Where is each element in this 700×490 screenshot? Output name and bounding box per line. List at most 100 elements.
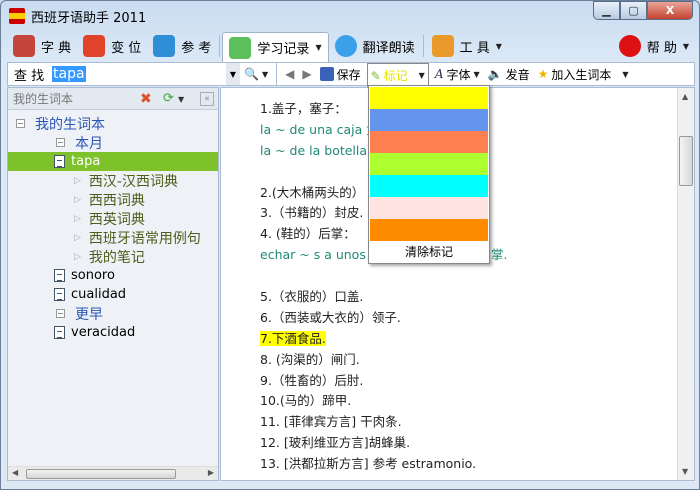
collapse-icon[interactable]: − [16, 119, 25, 128]
definition-text: 6.（西装或大衣的）领子. [260, 309, 401, 325]
tree-item-label: 西班牙语常用例句 [88, 230, 201, 247]
forward-button[interactable]: ▶ [300, 63, 313, 85]
search-history-dropdown[interactable]: ▼ [226, 63, 240, 85]
definition-line: 5.（衣服的）口盖. [260, 287, 476, 308]
toolbar-label: 翻译朗读 [362, 40, 415, 56]
tree-item[interactable]: ▷ 西汉-汉西词典 [8, 171, 218, 190]
toolbar-wrench-button[interactable]: 工 具 ▼ [426, 32, 508, 60]
definition-text: 4. (鞋的）后掌： [260, 226, 356, 242]
tree-item-label: 我的生词本 [35, 116, 105, 133]
collapse-icon[interactable]: − [56, 138, 65, 147]
books-icon [13, 35, 35, 57]
tree-item[interactable]: − 更早 [8, 304, 218, 323]
tree-item[interactable]: ▷ 西班牙语常用例句 [8, 228, 218, 247]
font-button[interactable]: A 字体 ▼ [433, 63, 482, 85]
clear-mark-item[interactable]: 清除标记 [370, 241, 488, 263]
help-icon [618, 35, 641, 57]
main-toolbar: 字 典 变 位 参 考 学习记录 ▼ 翻译朗读 工 具 ▼ 帮 助 ▼ [7, 31, 695, 62]
pencil-icon: ✎ [370, 68, 381, 83]
document-icon [54, 269, 65, 282]
delete-icon[interactable]: ✖ [140, 91, 152, 107]
definition-text: 12. [玻利维亚方言]胡蜂巢. [260, 435, 411, 451]
expand-arrow-icon[interactable]: ▷ [74, 233, 81, 243]
expand-arrow-icon[interactable]: ▷ [74, 176, 81, 186]
chevron-down-icon: ▼ [682, 41, 689, 51]
tree-item-label: veracidad [71, 325, 136, 340]
search-input[interactable]: tapa [52, 64, 222, 84]
back-button[interactable]: ◀ [283, 63, 296, 85]
definition-line: 10.(马的）蹄甲. [260, 391, 476, 412]
mark-color-swatch[interactable] [370, 219, 488, 241]
pronounce-button[interactable]: 🔈 发音 [486, 63, 532, 85]
study-record-icon [229, 36, 252, 59]
vertical-scrollbar[interactable]: ▲ ▼ [677, 88, 694, 480]
toolbar-folder-button[interactable]: 参 考 [147, 32, 217, 60]
definition-line: 9.（牲畜的）后肘. [260, 371, 476, 392]
toolbar-label: 字 典 [41, 40, 72, 56]
panel-title: 我的生词本 [13, 92, 74, 106]
tree-item-label: 西西词典 [88, 192, 145, 209]
definition-text: la ~ de la botella 瓶 [260, 142, 384, 158]
search-button[interactable]: 🔍 ▼ [242, 63, 270, 85]
toolbar-books-button[interactable]: 字 典 [7, 32, 77, 60]
save-button[interactable]: 保存 [318, 63, 363, 85]
mark-color-menu: 清除标记 [368, 85, 490, 264]
expand-arrow-icon[interactable]: ▷ [74, 214, 81, 224]
arrow-right-icon: ▶ [302, 67, 312, 81]
tree-item[interactable]: sonoro [8, 266, 218, 285]
mark-color-swatch[interactable] [370, 153, 488, 175]
definition-text: 11. [菲律宾方言] 干肉条. [260, 414, 402, 430]
tree-item[interactable]: ▷ 西英词典 [8, 209, 218, 228]
minimize-button[interactable]: ▁ [593, 1, 620, 20]
tree-item[interactable]: − 我的生词本 [8, 114, 218, 133]
definition-text-tail: 掌. [491, 247, 508, 263]
expand-arrow-icon[interactable]: ▷ [74, 252, 81, 262]
add-vocab-button[interactable]: ★ 加入生词本 ▼ [536, 63, 631, 85]
tree-item-label: 西汉-汉西词典 [88, 173, 178, 190]
collapse-icon[interactable]: − [56, 309, 65, 318]
tree-item-label: 本月 [75, 135, 103, 152]
mark-button[interactable]: ✎ 标记 ▼ [366, 63, 429, 87]
tree-item[interactable]: ▷ 西西词典 [8, 190, 218, 209]
tree-item-label: sonoro [71, 268, 115, 283]
search-label: 查 找 [14, 68, 45, 84]
chevron-down-icon: ▼ [495, 41, 502, 51]
chevron-down-icon: ▼ [315, 43, 322, 52]
definition-line: 12. [玻利维亚方言]胡蜂巢. [260, 433, 476, 454]
toolbar-label: 帮 助 [646, 40, 677, 56]
definition-line: 7.下酒食品. [260, 329, 476, 350]
toolbar-speech-bubble-button[interactable]: 翻译朗读 [329, 32, 421, 60]
expand-arrow-icon[interactable]: ▷ [74, 195, 81, 205]
collapse-panel-button[interactable]: « [200, 91, 214, 106]
tree-item[interactable]: − 本月 [8, 133, 218, 152]
toolbar-label: 工 具 [459, 40, 490, 56]
tree-item[interactable]: veracidad [8, 323, 218, 342]
mark-color-swatch[interactable] [370, 87, 488, 109]
maximize-button[interactable]: ▢ [620, 1, 647, 20]
vocab-panel: 我的生词本 ✖ ⟳ ▼ « − 我的生词本 − 本月 tapa ▷ 西汉-汉西词典 ▷ 西西词典… [7, 87, 219, 481]
mark-color-swatch[interactable] [370, 109, 488, 131]
tree-item[interactable]: ▷ 我的笔记 [8, 247, 218, 266]
document-icon [54, 288, 65, 301]
tree-item[interactable]: cualidad [8, 285, 218, 304]
speech-bubble-icon [334, 35, 357, 57]
mark-color-swatch[interactable] [370, 175, 488, 197]
definition-text: 1.盖子，塞子： [260, 101, 347, 116]
horizontal-scrollbar[interactable]: ◀ ▶ [8, 466, 218, 480]
toolbar-study-record-button[interactable]: 学习记录 ▼ [222, 32, 329, 62]
toolbar-cubes-button[interactable]: 变 位 [77, 32, 147, 60]
mark-color-swatch[interactable] [370, 197, 488, 219]
app-icon [9, 8, 25, 24]
definition-line: 11. [菲律宾方言] 干肉条. [260, 412, 476, 433]
speaker-icon: 🔈 [487, 67, 503, 81]
font-icon: A [434, 67, 444, 81]
refresh-icon[interactable]: ⟳ ▼ [163, 91, 184, 106]
toolbar-help-button[interactable]: 帮 助 ▼ [613, 32, 695, 60]
mark-color-swatch[interactable] [370, 131, 488, 153]
tree-item-label: 更早 [75, 306, 103, 323]
definition-text: 9.（牲畜的）后肘. [260, 372, 364, 388]
tree-item[interactable]: tapa [8, 152, 218, 171]
tree-item-label: cualidad [71, 287, 127, 302]
close-button[interactable]: X [647, 1, 693, 20]
toolbar-label: 参 考 [181, 40, 212, 56]
